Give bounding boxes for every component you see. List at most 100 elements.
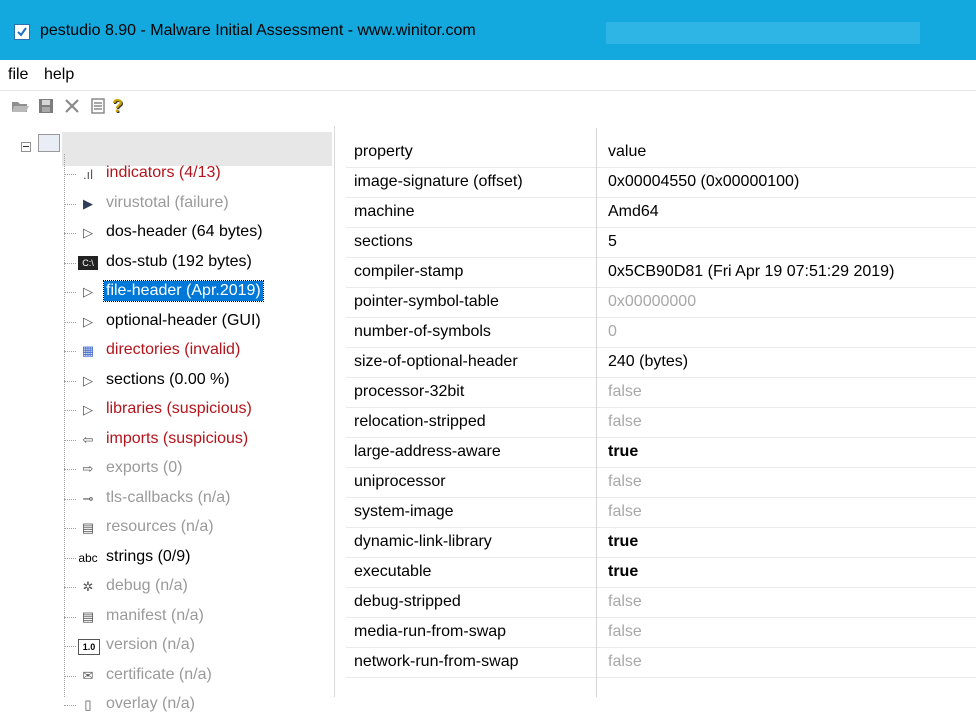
tree-item-file-header[interactable]: ▷ file-header (Apr.2019) <box>64 278 330 306</box>
property-cell: processor-32bit <box>354 383 465 400</box>
tree-branch-line <box>64 203 76 205</box>
tree-item-strings[interactable]: abc strings (0/9) <box>64 544 330 572</box>
tree-item-label: sections (0.00 %) <box>106 370 230 388</box>
table-row[interactable]: image-signature (offset) 0x00004550 (0x00… <box>346 168 976 198</box>
table-row[interactable]: large-address-aware true <box>346 438 976 468</box>
tree-item-manifest[interactable]: ▤ manifest (n/a) <box>64 603 330 631</box>
table-row[interactable]: debug-stripped false <box>346 588 976 618</box>
menu-help[interactable]: help <box>44 66 74 84</box>
tree-branch-line <box>64 321 76 323</box>
tree-item-tls-callbacks[interactable]: ⊸ tls-callbacks (n/a) <box>64 485 330 513</box>
open-icon[interactable] <box>10 96 30 116</box>
tree-item-version[interactable]: 1.0 version (n/a) <box>64 632 330 660</box>
table-row[interactable]: sections 5 <box>346 228 976 258</box>
tree-item-directories[interactable]: ▦ directories (invalid) <box>64 337 330 365</box>
property-cell: image-signature (offset) <box>354 173 523 190</box>
property-cell: system-image <box>354 503 454 520</box>
column-separator[interactable] <box>596 128 597 697</box>
property-cell: number-of-symbols <box>354 323 491 340</box>
tree-item-optional-header[interactable]: ▷ optional-header (GUI) <box>64 308 330 336</box>
title-redacted-area <box>606 22 920 44</box>
value-cell: 0 <box>608 323 617 340</box>
tree-item-resources[interactable]: ▤ resources (n/a) <box>64 514 330 542</box>
tree-item-indicators[interactable]: .ıl indicators (4/13) <box>64 160 330 188</box>
resources-icon: ▤ <box>81 520 95 535</box>
abc-icon: abc <box>78 550 98 565</box>
close-icon[interactable] <box>62 96 82 116</box>
tree-item-exports[interactable]: ⇨ exports (0) <box>64 455 330 483</box>
tree-branch-line <box>64 528 76 529</box>
certificate-icon: ✉ <box>82 667 94 683</box>
tree-item-certificate[interactable]: ✉ certificate (n/a) <box>64 662 330 690</box>
tree-item-label: debug (n/a) <box>106 577 188 594</box>
table-row[interactable]: pointer-symbol-table 0x00000000 <box>346 288 976 318</box>
table-row[interactable]: network-run-from-swap false <box>346 648 976 678</box>
tree-branch-line <box>64 292 76 293</box>
value-cell: Amd64 <box>608 203 659 220</box>
help-icon[interactable]: ? <box>112 96 132 116</box>
table-row[interactable]: media-run-from-swap false <box>346 618 976 648</box>
value-cell: false <box>608 413 642 430</box>
list-icon[interactable] <box>88 96 108 116</box>
value-cell: 0x00004550 (0x00000100) <box>608 173 800 190</box>
value-cell: 0x5CB90D81 (Fri Apr 19 07:51:29 2019) <box>608 263 895 280</box>
property-cell: sections <box>354 233 413 250</box>
tree-branch-line <box>64 705 76 706</box>
tree-item-label: directories (invalid) <box>106 341 241 358</box>
value-cell: false <box>608 623 642 640</box>
arrow-icon: ▷ <box>83 225 93 240</box>
value-cell: false <box>608 503 642 520</box>
table-row[interactable]: system-image false <box>346 498 976 528</box>
tree-item-sections[interactable]: ▷ sections (0.00 %) <box>64 367 330 395</box>
tree-item-label: optional-header (GUI) <box>106 311 261 329</box>
manifest-icon: ▤ <box>81 608 95 624</box>
tree-item-imports[interactable]: ⇦ imports (suspicious) <box>64 426 330 454</box>
property-cell: large-address-aware <box>354 443 501 460</box>
tree-branch-line <box>64 616 76 618</box>
tree-item-dos-header[interactable]: ▷ dos-header (64 bytes) <box>64 219 330 247</box>
overlay-icon: ▯ <box>84 697 92 712</box>
table-row[interactable]: uniprocessor false <box>346 468 976 498</box>
table-row[interactable]: executable true <box>346 558 976 588</box>
title-bar[interactable]: pestudio 8.90 - Malware Initial Assessme… <box>0 0 976 60</box>
tree-collapse-toggle[interactable] <box>21 142 31 152</box>
save-icon[interactable] <box>36 96 56 116</box>
table-row[interactable]: processor-32bit false <box>346 378 976 408</box>
tree-item-label: strings (0/9) <box>106 547 191 565</box>
value-cell: false <box>608 653 642 670</box>
imports-icon: ⇦ <box>82 431 94 447</box>
arrow-icon: ▷ <box>83 313 93 329</box>
tree-item-label: exports (0) <box>106 459 183 476</box>
header-value[interactable]: value <box>608 143 646 161</box>
header-property[interactable]: property <box>354 143 413 161</box>
table-row[interactable]: machine Amd64 <box>346 198 976 228</box>
table-row[interactable]: relocation-stripped false <box>346 408 976 438</box>
property-cell: uniprocessor <box>354 473 446 490</box>
tree-item-label: resources (n/a) <box>106 518 214 535</box>
tree-branch-line <box>64 469 76 470</box>
tree-item-debug[interactable]: ✲ debug (n/a) <box>64 573 330 601</box>
table-row[interactable]: dynamic-link-library true <box>346 528 976 558</box>
version-icon: 1.0 <box>78 639 100 655</box>
table-row[interactable]: compiler-stamp 0x5CB90D81 (Fri Apr 19 07:… <box>346 258 976 288</box>
tree-branch-line <box>64 439 76 441</box>
tree-item-label: virustotal (failure) <box>106 193 229 211</box>
tree-item-label: imports (suspicious) <box>106 429 249 447</box>
tree-item-dos-stub[interactable]: C:\ dos-stub (192 bytes) <box>64 249 330 277</box>
window-title: pestudio 8.90 - Malware Initial Assessme… <box>40 22 476 39</box>
table-row[interactable]: size-of-optional-header 240 (bytes) <box>346 348 976 378</box>
table-row[interactable]: number-of-symbols 0 <box>346 318 976 348</box>
menu-file[interactable]: file <box>8 66 28 84</box>
tree-branch-line <box>64 646 76 647</box>
tree-item-label: certificate (n/a) <box>106 665 212 683</box>
property-cell: network-run-from-swap <box>354 653 519 670</box>
tree-item-overlay[interactable]: ▯ overlay (n/a) <box>64 691 330 719</box>
bug-icon: ✲ <box>82 579 94 594</box>
chart-icon: .ıl <box>82 166 94 182</box>
property-cell: pointer-symbol-table <box>354 293 499 310</box>
tree-branch-line <box>64 410 76 411</box>
value-cell: 0x00000000 <box>608 293 697 310</box>
directories-icon: ▦ <box>81 343 95 358</box>
tree-item-virustotal[interactable]: ▶ virustotal (failure) <box>64 190 330 218</box>
tree-item-libraries[interactable]: ▷ libraries (suspicious) <box>64 396 330 424</box>
